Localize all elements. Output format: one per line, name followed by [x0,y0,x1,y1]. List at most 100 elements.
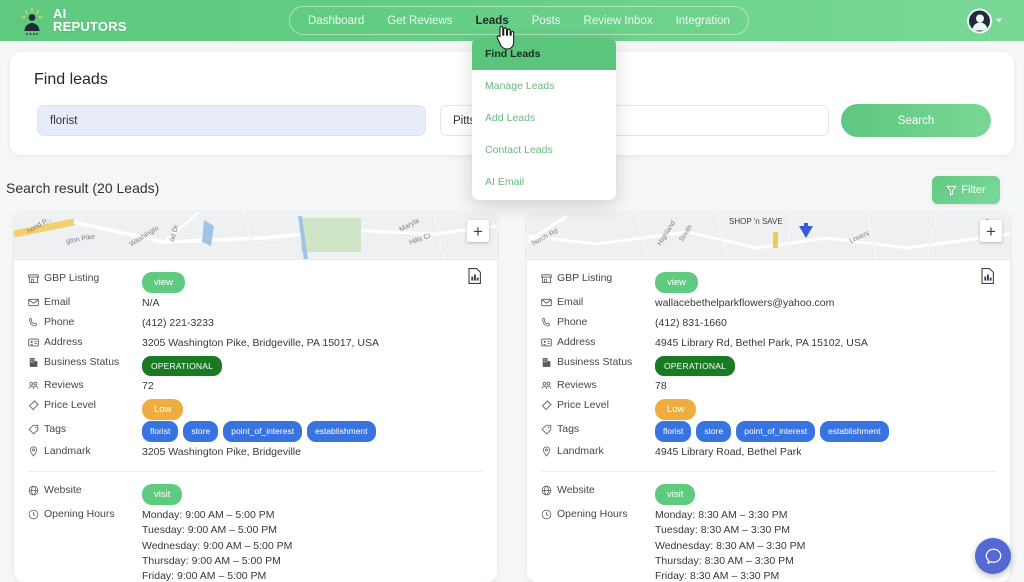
lead-field-label: Website [28,481,142,496]
storefront-icon [541,273,552,283]
top-navigation-bar: AI REPUTORS Dashboard Get Reviews Leads … [0,0,1024,41]
chevron-down-icon [996,18,1002,23]
map-pin-icon [29,445,38,457]
lead-field-status: Business Status OPERATIONAL [28,353,483,376]
label-text: Address [557,336,596,348]
lead-card: hurch Rd Highland South SHOP 'n SAVE Lov… [527,212,1010,582]
search-result-heading: Search result (20 Leads) [6,180,160,196]
menu-item-contact-leads[interactable]: Contact Leads [472,134,616,166]
filter-button[interactable]: Filter [932,176,1000,204]
nav-item-review-inbox[interactable]: Review Inbox [584,15,653,27]
lead-field-email: Email wallacebethelparkflowers@yahoo.com [541,293,996,313]
hours-line: Thursday: 9:00 AM – 5:00 PM [142,554,281,567]
keyword-search-input[interactable] [37,105,426,136]
section-divider [28,471,483,472]
lead-field-reviews: Reviews 72 [28,376,483,396]
lead-field-landmark: Landmark 3205 Washington Pike, Bridgevil… [28,442,483,462]
label-text: GBP Listing [44,272,100,284]
report-document-icon[interactable] [981,268,994,289]
lead-field-label: Reviews [541,376,655,391]
hours-line: Friday: 9:00 AM – 5:00 PM [142,570,267,582]
hours-line: Monday: 8:30 AM – 3:30 PM [655,509,788,521]
label-text: Reviews [44,379,84,391]
hours-line: Wednesday: 9:00 AM – 5:00 PM [142,539,293,552]
brand-logo-area[interactable]: AI REPUTORS [0,7,127,35]
label-text: Email [557,296,584,308]
lead-field-label: Landmark [541,442,655,457]
menu-item-manage-leads[interactable]: Manage Leads [472,70,616,102]
lead-details: GBP Listing view Email N/A Phone (412) 2… [14,260,497,582]
lead-landmark-value: 4945 Library Road, Bethel Park [655,446,802,458]
leads-dropdown-menu: Find Leads Manage Leads Add Leads Contac… [472,38,616,200]
nav-item-get-reviews[interactable]: Get Reviews [387,15,452,27]
lead-field-label: Address [541,333,655,348]
hours-line: Friday: 8:30 AM – 3:30 PM [655,570,780,582]
globe-icon [541,485,552,495]
visit-website-button[interactable]: visit [655,484,696,505]
main-nav: Dashboard Get Reviews Leads Posts Review… [289,6,749,35]
label-text: Business Status [44,356,120,368]
price-level-badge: Low [142,399,184,420]
lead-field-label: Price Level [28,396,142,411]
lead-card: hond P... gton Pike Washingto od Dr Mary… [14,212,497,582]
account-menu[interactable] [967,8,1002,33]
status-badge: OPERATIONAL [142,356,223,376]
lead-field-phone: Phone (412) 221-3233 [28,313,483,333]
lead-map[interactable]: hurch Rd Highland South SHOP 'n SAVE Lov… [527,212,1010,260]
building-icon [542,357,551,367]
chat-bubble-icon [985,548,1001,564]
tag-chip: florist [655,421,692,442]
label-text: Phone [557,316,588,328]
label-text: Tags [557,423,580,435]
label-text: Phone [44,316,75,328]
chat-support-button[interactable] [975,538,1011,574]
envelope-icon [541,298,552,306]
tag-chip: establishment [820,421,889,442]
menu-item-find-leads[interactable]: Find Leads [472,38,616,70]
lead-field-website: Website visit [541,481,996,505]
lead-phone-value: (412) 831-1660 [655,317,727,329]
menu-item-add-leads[interactable]: Add Leads [472,102,616,134]
tag-chip: store [696,421,732,442]
view-gbp-listing-button[interactable]: view [655,272,699,293]
menu-item-ai-email[interactable]: AI Email [472,166,616,198]
lead-email-value: wallacebethelparkflowers@yahoo.com [655,297,835,309]
map-zoom-in-button[interactable]: + [467,220,489,242]
envelope-icon [28,298,39,306]
lead-map[interactable]: hond P... gton Pike Washingto od Dr Mary… [14,212,497,260]
lead-field-label: Business Status [28,353,142,368]
phone-icon [542,317,550,326]
lead-field-label: Email [541,293,655,308]
lead-field-label: Price Level [541,396,655,411]
status-badge: OPERATIONAL [655,356,736,376]
map-zoom-in-button[interactable]: + [980,220,1002,242]
tag-chip: point_of_interest [223,421,303,442]
lead-results-grid: hond P... gton Pike Washingto od Dr Mary… [14,212,1010,582]
lead-field-reviews: Reviews 78 [541,376,996,396]
lead-tags-list: florist store point_of_interest establis… [142,420,376,442]
lead-field-label: Tags [541,420,655,435]
label-text: Price Level [44,399,96,411]
lead-field-label: Business Status [541,353,655,368]
building-icon [29,357,38,367]
lead-field-label: Landmark [28,442,142,457]
visit-website-button[interactable]: visit [142,484,183,505]
label-text: Tags [44,423,67,435]
nav-item-leads[interactable]: Leads [475,15,508,27]
nav-item-dashboard[interactable]: Dashboard [308,15,364,27]
lead-field-gbp: GBP Listing view [541,269,996,293]
nav-item-integration[interactable]: Integration [676,15,730,27]
lead-email-value: N/A [142,297,160,309]
view-gbp-listing-button[interactable]: view [142,272,186,293]
address-card-icon [541,338,552,346]
nav-item-posts[interactable]: Posts [532,15,561,27]
label-text: Opening Hours [557,508,628,520]
search-button[interactable]: Search [841,104,991,137]
lead-field-label: Reviews [28,376,142,391]
report-document-icon[interactable] [468,268,481,289]
label-text: Address [44,336,83,348]
lead-field-price: Price Level Low [541,396,996,420]
lead-field-label: Phone [541,313,655,328]
people-icon [541,381,552,389]
lead-field-label: Website [541,481,655,496]
